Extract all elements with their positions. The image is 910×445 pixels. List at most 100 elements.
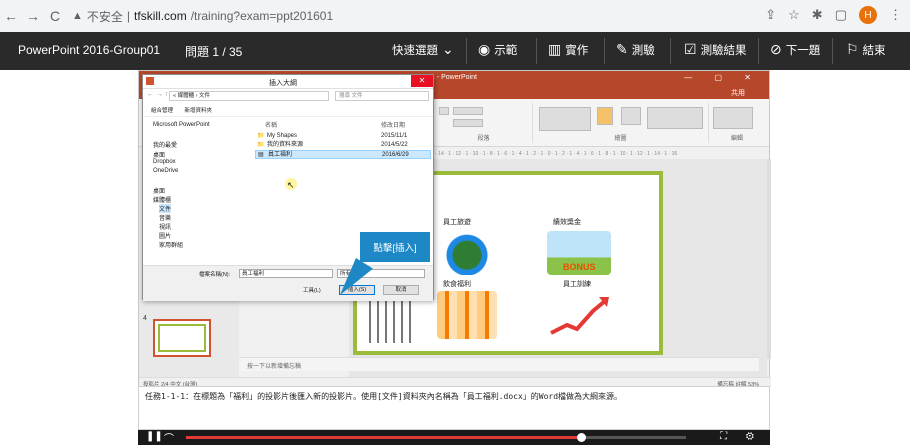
word-doc-icon: ▤ (258, 152, 264, 158)
task-description: 任務1-1-1：在標題為「福利」的投影片後匯入新的投影片。使用[文件]資料夾內名… (145, 392, 623, 401)
result-button[interactable]: ☑ 測驗結果 (684, 41, 747, 58)
share-button[interactable]: 共用 (731, 88, 745, 98)
tree-item[interactable]: 媒體櫃 (153, 195, 171, 204)
browser-toolbar: ← → C ▲ 不安全 | tfskill.com/training?exam=… (0, 0, 910, 32)
back-forward-icons[interactable]: ← → ↑ (147, 91, 168, 98)
file-date: 2014/5/22 (381, 142, 408, 148)
divider (832, 38, 833, 64)
tools-dropdown[interactable]: 工具(L) (303, 286, 321, 294)
training-image[interactable] (547, 291, 611, 339)
tree-item[interactable]: 家用群組 (159, 240, 183, 249)
speed-icon[interactable]: ⌒ (164, 430, 174, 445)
ribbon-group-label: 段落 (477, 136, 490, 142)
column-name-header[interactable]: 名稱 (265, 120, 277, 129)
video-controls: ❚❚ ⌒ ⛶ ⚙ (138, 430, 770, 445)
video-progress-knob[interactable] (577, 433, 586, 442)
tree-item[interactable]: Dropbox (153, 159, 176, 165)
file-row[interactable]: 📁 My Shapes 2015/11/1 (255, 132, 431, 141)
food-image[interactable] (437, 291, 497, 339)
tree-item[interactable]: OneDrive (153, 168, 178, 174)
test-label: 測驗 (631, 44, 655, 57)
label-bonus: 績效獎金 (553, 219, 581, 226)
ribbon-group-editing: 編輯 (709, 103, 765, 143)
filename-input[interactable]: 員工福利 (239, 269, 333, 278)
profile-avatar[interactable]: H (859, 6, 877, 24)
file-name: 員工福利 (268, 152, 293, 158)
video-progress-fill (186, 436, 581, 439)
finish-button[interactable]: ⚐ 結束 (846, 41, 886, 58)
ribbon-group-label: 編輯 (730, 136, 743, 142)
close-icon[interactable]: ✕ (411, 75, 433, 87)
address-path[interactable]: « 媒體櫃 › 文件 (169, 91, 329, 101)
globe-image[interactable] (437, 231, 497, 275)
vertical-scrollbar[interactable] (767, 159, 771, 359)
file-row-selected[interactable]: ▤ 員工福利 2016/6/29 (255, 150, 431, 159)
practice-label: 實作 (565, 44, 589, 57)
instruction-callout: 點擊[插入] (360, 232, 430, 262)
meeting-image[interactable] (363, 299, 415, 343)
tree-item[interactable]: 音樂 (159, 213, 171, 222)
next-button[interactable]: ⊘ 下一題 (770, 41, 820, 58)
dialog-search-input[interactable]: 搜尋 文件 (335, 91, 429, 101)
organize-button[interactable]: 組合管理 (151, 108, 173, 114)
address-bar[interactable]: ▲ 不安全 | tfskill.com/training?exam=ppt201… (72, 8, 333, 25)
pause-icon[interactable]: ❚❚ (146, 431, 163, 442)
tree-item[interactable]: 圖片 (159, 231, 171, 240)
reload-icon[interactable]: C (44, 8, 66, 24)
file-row[interactable]: 📁 我的資料來源 2014/5/22 (255, 141, 431, 150)
arrange-button[interactable] (597, 107, 613, 125)
editing-controls[interactable] (713, 107, 753, 129)
slide-thumbnail[interactable] (153, 319, 211, 357)
quick-select-button[interactable]: 快速選題 ⌄ (392, 41, 454, 58)
tree-item[interactable]: 視訊 (159, 222, 171, 231)
tree-item-selected[interactable]: 文件 (159, 204, 172, 213)
file-name: My Shapes (267, 133, 298, 139)
video-progress-track[interactable] (186, 433, 686, 442)
ribbon-group-paragraph: 段落 (435, 103, 533, 143)
notes-pane[interactable]: 按一下以新增備忘稿 (239, 357, 759, 371)
quick-styles-button[interactable] (621, 107, 641, 125)
eye-icon: ◉ (478, 41, 491, 57)
tree-item[interactable]: 我的最愛 (153, 140, 177, 149)
menu-icon[interactable]: ⋮ (889, 7, 902, 23)
ribbon-control[interactable] (453, 107, 483, 115)
url-host: tfskill.com (134, 9, 187, 23)
tree-item[interactable]: Microsoft PowerPoint (153, 122, 210, 128)
back-icon[interactable]: ← (0, 8, 22, 24)
file-name: 我的資料來源 (267, 142, 304, 148)
insert-outline-dialog: 插入大綱 ✕ ← → ↑ « 媒體櫃 › 文件 搜尋 文件 組合管理 新增資料夾… (142, 74, 434, 301)
demo-button[interactable]: ◉ 示範 (478, 41, 517, 58)
next-label: 下一題 (785, 44, 821, 57)
shapes-gallery[interactable] (539, 107, 591, 131)
divider (758, 38, 759, 64)
url-path: /training?exam=ppt201601 (190, 9, 334, 23)
growth-arrow-icon (550, 297, 609, 335)
book-icon: ▥ (548, 41, 562, 57)
filename-label: 檔案名稱(N): (199, 272, 231, 278)
window-icon[interactable]: ▢ (835, 7, 847, 23)
test-button[interactable]: ✎ 測驗 (616, 41, 655, 58)
security-label: 不安全 (86, 9, 123, 24)
practice-button[interactable]: ▥ 實作 (548, 41, 588, 58)
ribbon-control[interactable] (453, 119, 483, 127)
ppt-app-icon (146, 77, 154, 85)
share-icon[interactable]: ⇪ (765, 7, 776, 23)
bonus-image[interactable]: BONUS (547, 231, 611, 275)
tree-item[interactable]: 桌面 (153, 150, 165, 159)
fullscreen-icon[interactable]: ⛶ ⚙ (720, 431, 762, 442)
new-folder-button[interactable]: 新增資料夾 (185, 108, 213, 114)
forward-icon[interactable]: → (22, 8, 44, 24)
shape-format-controls[interactable] (647, 107, 703, 129)
flag-icon: ⚐ (846, 41, 859, 57)
dialog-toolbar: 組合管理 新增資料夾 (143, 105, 433, 117)
column-date-header[interactable]: 修改日期 (381, 120, 405, 129)
ruler: 16 · 1 · 14 · 1 · 12 · 1 · 10 · 1 · 8 · … (421, 151, 678, 157)
content-area: 1 - PowerPoint — ▢ ✕ 共用 段落 繪圖 編輯 16 · 1 … (0, 70, 910, 445)
cancel-button[interactable]: 取消 (383, 285, 419, 295)
star-icon[interactable]: ☆ (788, 7, 800, 23)
window-controls[interactable]: — ▢ ✕ (684, 73, 761, 82)
ribbon-control[interactable] (439, 107, 449, 115)
next-circle-icon: ⊘ (770, 41, 782, 57)
tree-item[interactable]: 桌面 (153, 186, 165, 195)
extension-icon[interactable]: ✱ (812, 7, 823, 23)
